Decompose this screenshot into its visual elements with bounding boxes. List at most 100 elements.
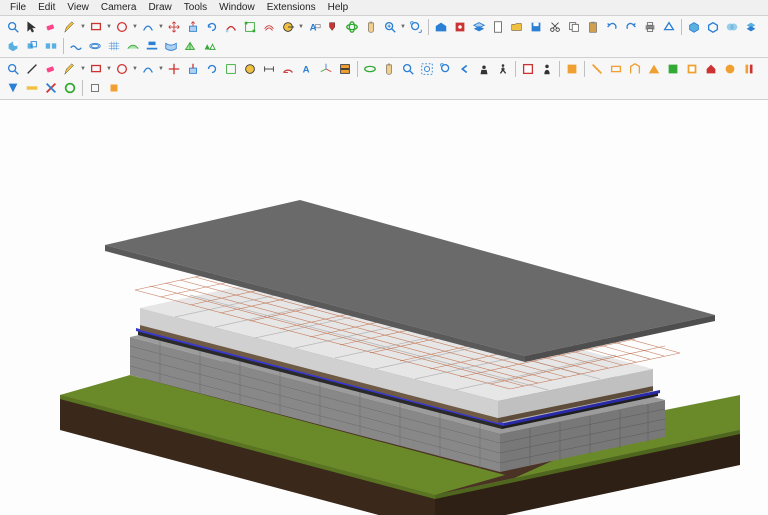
subtract-icon[interactable]	[4, 37, 22, 55]
tape-icon[interactable]	[279, 18, 297, 36]
zoom-extents-icon[interactable]	[407, 18, 425, 36]
pencil2-icon[interactable]	[61, 60, 79, 78]
orbit2-icon[interactable]	[361, 60, 379, 78]
position-camera-icon[interactable]	[475, 60, 493, 78]
offset-icon[interactable]	[260, 18, 278, 36]
trim-icon[interactable]	[23, 37, 41, 55]
ext1-icon[interactable]	[588, 60, 606, 78]
sandbox-flip-icon[interactable]	[200, 37, 218, 55]
layers-icon[interactable]	[470, 18, 488, 36]
pushpull2-icon[interactable]	[184, 60, 202, 78]
paste-icon[interactable]	[584, 18, 602, 36]
text-icon[interactable]: A	[305, 18, 323, 36]
union-icon[interactable]	[742, 18, 760, 36]
dropdown-icon[interactable]: ▼	[400, 24, 406, 30]
orbit-icon[interactable]	[343, 18, 361, 36]
scale2-icon[interactable]	[222, 60, 240, 78]
line-icon[interactable]	[23, 60, 41, 78]
copy-icon[interactable]	[565, 18, 583, 36]
print-icon[interactable]	[641, 18, 659, 36]
ext2-icon[interactable]	[607, 60, 625, 78]
previous-icon[interactable]	[456, 60, 474, 78]
intersect-icon[interactable]	[723, 18, 741, 36]
move-icon[interactable]	[165, 18, 183, 36]
ext13-icon[interactable]	[61, 79, 79, 97]
menu-camera[interactable]: Camera	[95, 2, 143, 13]
eraser2-icon[interactable]	[42, 60, 60, 78]
ext11-icon[interactable]	[23, 79, 41, 97]
circle-icon[interactable]	[113, 18, 131, 36]
person-icon[interactable]	[538, 60, 556, 78]
sandbox-contour-icon[interactable]	[86, 37, 104, 55]
ext8-icon[interactable]	[721, 60, 739, 78]
dropdown-icon[interactable]: ▼	[80, 66, 86, 72]
redo-icon[interactable]	[622, 18, 640, 36]
undo-icon[interactable]	[603, 18, 621, 36]
ext3-icon[interactable]	[626, 60, 644, 78]
ext4-icon[interactable]	[645, 60, 663, 78]
warehouse-icon[interactable]	[432, 18, 450, 36]
zoom-window-icon[interactable]	[418, 60, 436, 78]
ext5-icon[interactable]	[664, 60, 682, 78]
axes-icon[interactable]	[317, 60, 335, 78]
save-icon[interactable]	[527, 18, 545, 36]
cut-icon[interactable]	[546, 18, 564, 36]
menu-draw[interactable]: Draw	[142, 2, 177, 13]
menu-edit[interactable]: Edit	[32, 2, 61, 13]
eraser-icon[interactable]	[42, 18, 60, 36]
sandbox-stamp-icon[interactable]	[143, 37, 161, 55]
extension-icon[interactable]	[451, 18, 469, 36]
dimension-icon[interactable]	[260, 60, 278, 78]
rotate-icon[interactable]	[203, 18, 221, 36]
ext12-icon[interactable]	[42, 79, 60, 97]
search-icon[interactable]	[4, 18, 22, 36]
menu-tools[interactable]: Tools	[178, 2, 213, 13]
rotate2-icon[interactable]	[203, 60, 221, 78]
sandbox-smoove-icon[interactable]	[124, 37, 142, 55]
ext14-icon[interactable]	[86, 79, 104, 97]
ext9-icon[interactable]	[740, 60, 758, 78]
dropdown-icon[interactable]: ▼	[80, 24, 86, 30]
style-icon[interactable]	[563, 60, 581, 78]
menu-file[interactable]: File	[4, 2, 32, 13]
dropdown-icon[interactable]: ▼	[106, 66, 112, 72]
zoom-icon[interactable]	[381, 18, 399, 36]
rect2-icon[interactable]	[87, 60, 105, 78]
protractor-icon[interactable]	[279, 60, 297, 78]
menu-view[interactable]: View	[61, 2, 95, 13]
tape2-icon[interactable]	[241, 60, 259, 78]
section-icon[interactable]	[336, 60, 354, 78]
text2-icon[interactable]: A	[298, 60, 316, 78]
dropdown-icon[interactable]: ▼	[158, 24, 164, 30]
circle2-icon[interactable]	[113, 60, 131, 78]
ext7-icon[interactable]	[702, 60, 720, 78]
dropdown-icon[interactable]: ▼	[106, 24, 112, 30]
open-icon[interactable]	[508, 18, 526, 36]
pushpull-icon[interactable]	[184, 18, 202, 36]
dropdown-icon[interactable]: ▼	[132, 24, 138, 30]
zoom2-icon[interactable]	[399, 60, 417, 78]
sandbox-drape-icon[interactable]	[162, 37, 180, 55]
menu-window[interactable]: Window	[213, 2, 261, 13]
dropdown-icon[interactable]: ▼	[132, 66, 138, 72]
cursor-icon[interactable]	[23, 18, 41, 36]
ext10-icon[interactable]	[4, 79, 22, 97]
rectangle-icon[interactable]	[87, 18, 105, 36]
sandbox-detail-icon[interactable]	[181, 37, 199, 55]
pan-icon[interactable]	[362, 18, 380, 36]
paint-icon[interactable]	[324, 18, 342, 36]
pan2-icon[interactable]	[380, 60, 398, 78]
ext6-icon[interactable]	[683, 60, 701, 78]
dropdown-icon[interactable]: ▼	[158, 66, 164, 72]
followme-icon[interactable]	[222, 18, 240, 36]
split-icon[interactable]	[42, 37, 60, 55]
outer-shell-icon[interactable]	[704, 18, 722, 36]
solid-tool-icon[interactable]	[685, 18, 703, 36]
viewport-3d[interactable]	[0, 100, 768, 515]
new-icon[interactable]	[489, 18, 507, 36]
component-icon[interactable]	[519, 60, 537, 78]
sandbox-scratch-icon[interactable]	[105, 37, 123, 55]
walk-icon[interactable]	[494, 60, 512, 78]
select-icon[interactable]	[4, 60, 22, 78]
scale-icon[interactable]	[241, 18, 259, 36]
